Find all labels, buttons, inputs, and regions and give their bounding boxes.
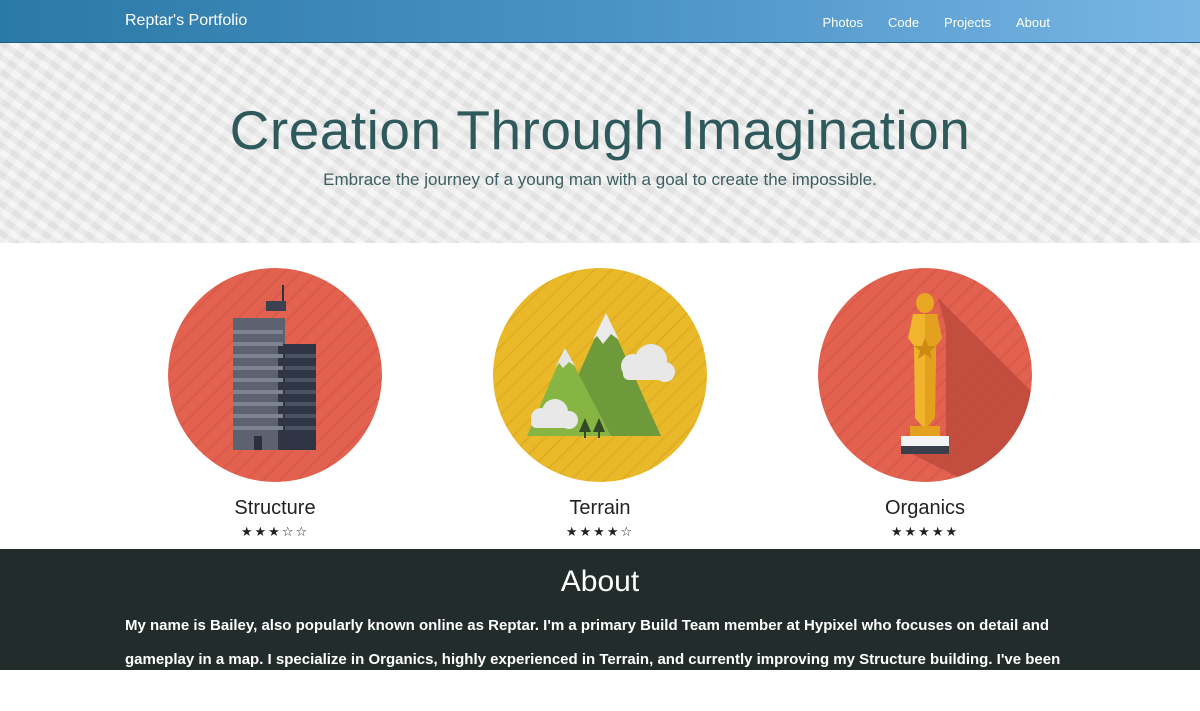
star-rating: ★★★★☆ <box>565 524 635 539</box>
skill-name: Terrain <box>569 497 631 519</box>
hero-subtitle: Embrace the journey of a young man with … <box>323 170 877 189</box>
about-title: About <box>560 565 640 598</box>
nav-links: Photos Code Projects About <box>797 15 1050 30</box>
skills-section: Structure ★★★☆☆ Terrain ★★★★☆ Organics ★… <box>0 243 1200 549</box>
star-rating: ★★★★★ <box>890 524 960 539</box>
about-bold-terrain: Terrain <box>599 651 650 668</box>
skill-structure-circle <box>168 268 382 482</box>
skill-terrain-circle <box>493 268 707 482</box>
star-rating: ★★★☆☆ <box>240 524 310 539</box>
skyscraper-icon <box>168 268 382 482</box>
nav-link-code[interactable]: Code <box>888 15 919 30</box>
about-text-part: , highly experienced in <box>433 651 600 668</box>
skill-structure: Structure ★★★☆☆ <box>168 268 382 540</box>
brand-link[interactable]: Reptar's Portfolio <box>125 12 247 30</box>
skill-name: Structure <box>234 497 316 519</box>
nav-link-projects[interactable]: Projects <box>944 15 991 30</box>
hero-banner: Creation Through Imagination Embrace the… <box>0 43 1200 243</box>
skill-terrain: Terrain ★★★★☆ <box>493 268 707 540</box>
nav-link-about[interactable]: About <box>1016 15 1050 30</box>
hero-title: Creation Through Imagination <box>229 99 971 161</box>
mountain-icon <box>493 268 707 482</box>
skill-name: Organics <box>884 497 966 519</box>
about-section: About My name is Bailey, also popularly … <box>0 549 1200 702</box>
skill-organics-circle <box>818 268 1032 482</box>
trophy-statue-icon <box>818 268 1032 482</box>
about-bold-organics: Organics <box>368 651 434 668</box>
about-paragraph: My name is Bailey, also popularly known … <box>125 609 1075 711</box>
about-bold-structure: Structure <box>859 651 926 668</box>
top-navbar: Reptar's Portfolio Photos Code Projects … <box>0 0 1200 43</box>
nav-link-photos[interactable]: Photos <box>822 15 862 30</box>
skill-organics: Organics ★★★★★ <box>818 268 1032 540</box>
about-text-part: , and currently improving my <box>649 651 860 668</box>
